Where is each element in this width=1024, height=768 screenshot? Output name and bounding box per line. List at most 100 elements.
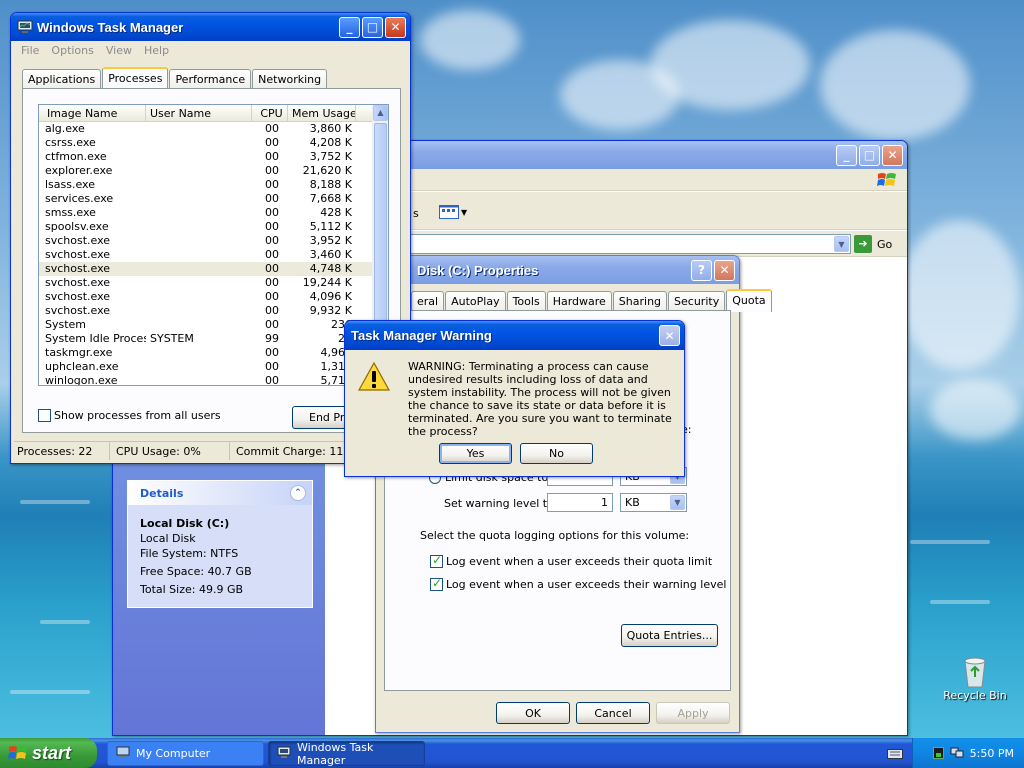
task-manager-icon	[277, 746, 291, 762]
process-cpu: 00	[265, 206, 279, 219]
process-name: explorer.exe	[45, 164, 113, 177]
warning-level-field[interactable]: 1	[547, 493, 613, 512]
disk-properties-titlebar[interactable]: Disk (C:) Properties ? ✕	[376, 256, 739, 284]
close-icon[interactable]: ✕	[659, 325, 680, 346]
close-icon[interactable]: ✕	[882, 144, 903, 166]
ok-button[interactable]: OK	[496, 702, 570, 724]
close-icon[interactable]: ✕	[385, 16, 406, 38]
process-cpu: 99	[265, 332, 279, 345]
menu-view[interactable]: View	[100, 44, 138, 57]
taskbar-item-task-manager[interactable]: Windows Task Manager	[268, 741, 425, 767]
taskbar-item-my-computer[interactable]: My Computer	[107, 741, 264, 766]
process-cpu: 00	[265, 192, 279, 205]
process-user	[146, 304, 252, 318]
table-row[interactable]: winlogon.exe 00 5,716	[39, 374, 388, 385]
table-row[interactable]: svchost.exe 00 19,244 K	[39, 276, 388, 290]
process-mem: 19,244 K	[302, 276, 352, 289]
process-mem: 4,748 K	[309, 262, 352, 275]
logging-options-label: Select the quota logging options for thi…	[420, 529, 690, 542]
menu-help[interactable]: Help	[138, 44, 175, 57]
table-row[interactable]: svchost.exe 00 3,952 K	[39, 234, 388, 248]
table-row[interactable]: svchost.exe 00 4,748 K	[39, 262, 388, 276]
start-button[interactable]: start	[0, 738, 97, 768]
go-button[interactable]: ➜ Go	[854, 234, 892, 254]
process-list[interactable]: Image Name User Name CPU Mem Usage alg.e…	[38, 104, 389, 386]
process-mem: 3,952 K	[309, 234, 352, 247]
minimize-icon[interactable]: _	[339, 16, 360, 38]
yes-button[interactable]: Yes	[439, 443, 512, 464]
process-user: SYSTEM	[150, 332, 194, 345]
process-name: svchost.exe	[45, 276, 111, 289]
log-warning-checkbox[interactable]: Log event when a user exceeds their warn…	[430, 576, 726, 591]
collapse-icon[interactable]: ⌃	[290, 485, 306, 501]
process-mem: 3,460 K	[309, 248, 352, 261]
scroll-thumb[interactable]	[374, 123, 387, 333]
process-user	[146, 150, 252, 164]
status-cpu: CPU Usage: 0%	[110, 442, 230, 460]
maximize-icon[interactable]: □	[859, 144, 880, 166]
warning-titlebar[interactable]: Task Manager Warning ✕	[345, 321, 684, 350]
table-row[interactable]: svchost.exe 00 3,460 K	[39, 248, 388, 262]
task-manager-tray-icon[interactable]	[932, 747, 944, 759]
status-processes: Processes: 22	[14, 442, 110, 460]
process-name: ctfmon.exe	[45, 150, 107, 163]
checkbox-icon	[430, 553, 443, 568]
column-user-name[interactable]: User Name	[146, 105, 252, 121]
table-row[interactable]: services.exe 00 7,668 K	[39, 192, 388, 206]
table-row[interactable]: spoolsv.exe 00 5,112 K	[39, 220, 388, 234]
tab-quota[interactable]: Quota	[726, 289, 772, 312]
table-row[interactable]: lsass.exe 00 8,188 K	[39, 178, 388, 192]
process-user	[146, 248, 252, 262]
table-row[interactable]: csrss.exe 00 4,208 K	[39, 136, 388, 150]
warning-unit-select[interactable]: KB ▼	[620, 493, 687, 512]
chevron-down-icon[interactable]: ▼	[670, 495, 685, 510]
table-row[interactable]: svchost.exe 00 4,096 K	[39, 290, 388, 304]
process-name: svchost.exe	[45, 290, 111, 303]
minimize-icon[interactable]: _	[836, 144, 857, 166]
details-free-space: Free Space: 40.7 GB	[140, 565, 252, 578]
table-row[interactable]: System 00 236	[39, 318, 388, 332]
table-row[interactable]: smss.exe 00 428 K	[39, 206, 388, 220]
task-manager-titlebar[interactable]: Windows Task Manager _ □ ✕	[11, 13, 410, 41]
process-cpu: 00	[265, 290, 279, 303]
tab-processes[interactable]: Processes	[102, 67, 169, 90]
table-row[interactable]: System Idle ProcessSYSTEM9928	[39, 332, 388, 346]
close-icon[interactable]: ✕	[714, 259, 735, 281]
no-button[interactable]: No	[520, 443, 593, 464]
recycle-bin-shortcut[interactable]: Recycle Bin	[940, 655, 1010, 702]
show-all-users-checkbox[interactable]: Show processes from all users	[38, 409, 221, 422]
views-icon[interactable]: ▼	[439, 203, 469, 221]
table-row[interactable]: taskmgr.exe 00 4,968	[39, 346, 388, 360]
table-row[interactable]: explorer.exe 00 21,620 K	[39, 164, 388, 178]
details-header[interactable]: Details ⌃	[128, 481, 312, 505]
table-row[interactable]: svchost.exe 00 9,932 K	[39, 304, 388, 318]
process-name: lsass.exe	[45, 178, 95, 191]
process-user	[146, 318, 252, 332]
column-mem-usage[interactable]: Mem Usage	[288, 105, 356, 121]
network-icon[interactable]	[950, 747, 964, 759]
apply-button[interactable]: Apply	[656, 702, 730, 724]
menu-file[interactable]: File	[15, 44, 45, 57]
column-image-name[interactable]: Image Name	[39, 105, 146, 121]
log-quota-checkbox[interactable]: Log event when a user exceeds their quot…	[430, 553, 712, 568]
menu-options[interactable]: Options	[45, 44, 99, 57]
process-name: taskmgr.exe	[45, 346, 113, 359]
process-user	[146, 136, 252, 150]
maximize-icon[interactable]: □	[362, 16, 383, 38]
process-user	[146, 206, 252, 220]
column-cpu[interactable]: CPU	[252, 105, 288, 121]
help-icon[interactable]: ?	[691, 259, 712, 281]
quota-entries-button[interactable]: Quota Entries...	[621, 624, 718, 647]
table-row[interactable]: ctfmon.exe 00 3,752 K	[39, 150, 388, 164]
clock[interactable]: 5:50 PM	[970, 747, 1014, 760]
table-row[interactable]: uphclean.exe 00 1,316	[39, 360, 388, 374]
process-name: svchost.exe	[45, 262, 111, 275]
taskbar: start My Computer Windows Task Manager 5…	[0, 738, 1024, 768]
scroll-up-icon[interactable]: ▲	[373, 105, 388, 121]
windows-logo-icon	[877, 171, 897, 189]
process-user	[146, 262, 252, 276]
table-row[interactable]: alg.exe 00 3,860 K	[39, 122, 388, 136]
chevron-down-icon[interactable]: ▼	[834, 236, 849, 252]
keyboard-icon[interactable]	[887, 746, 903, 760]
cancel-button[interactable]: Cancel	[576, 702, 650, 724]
